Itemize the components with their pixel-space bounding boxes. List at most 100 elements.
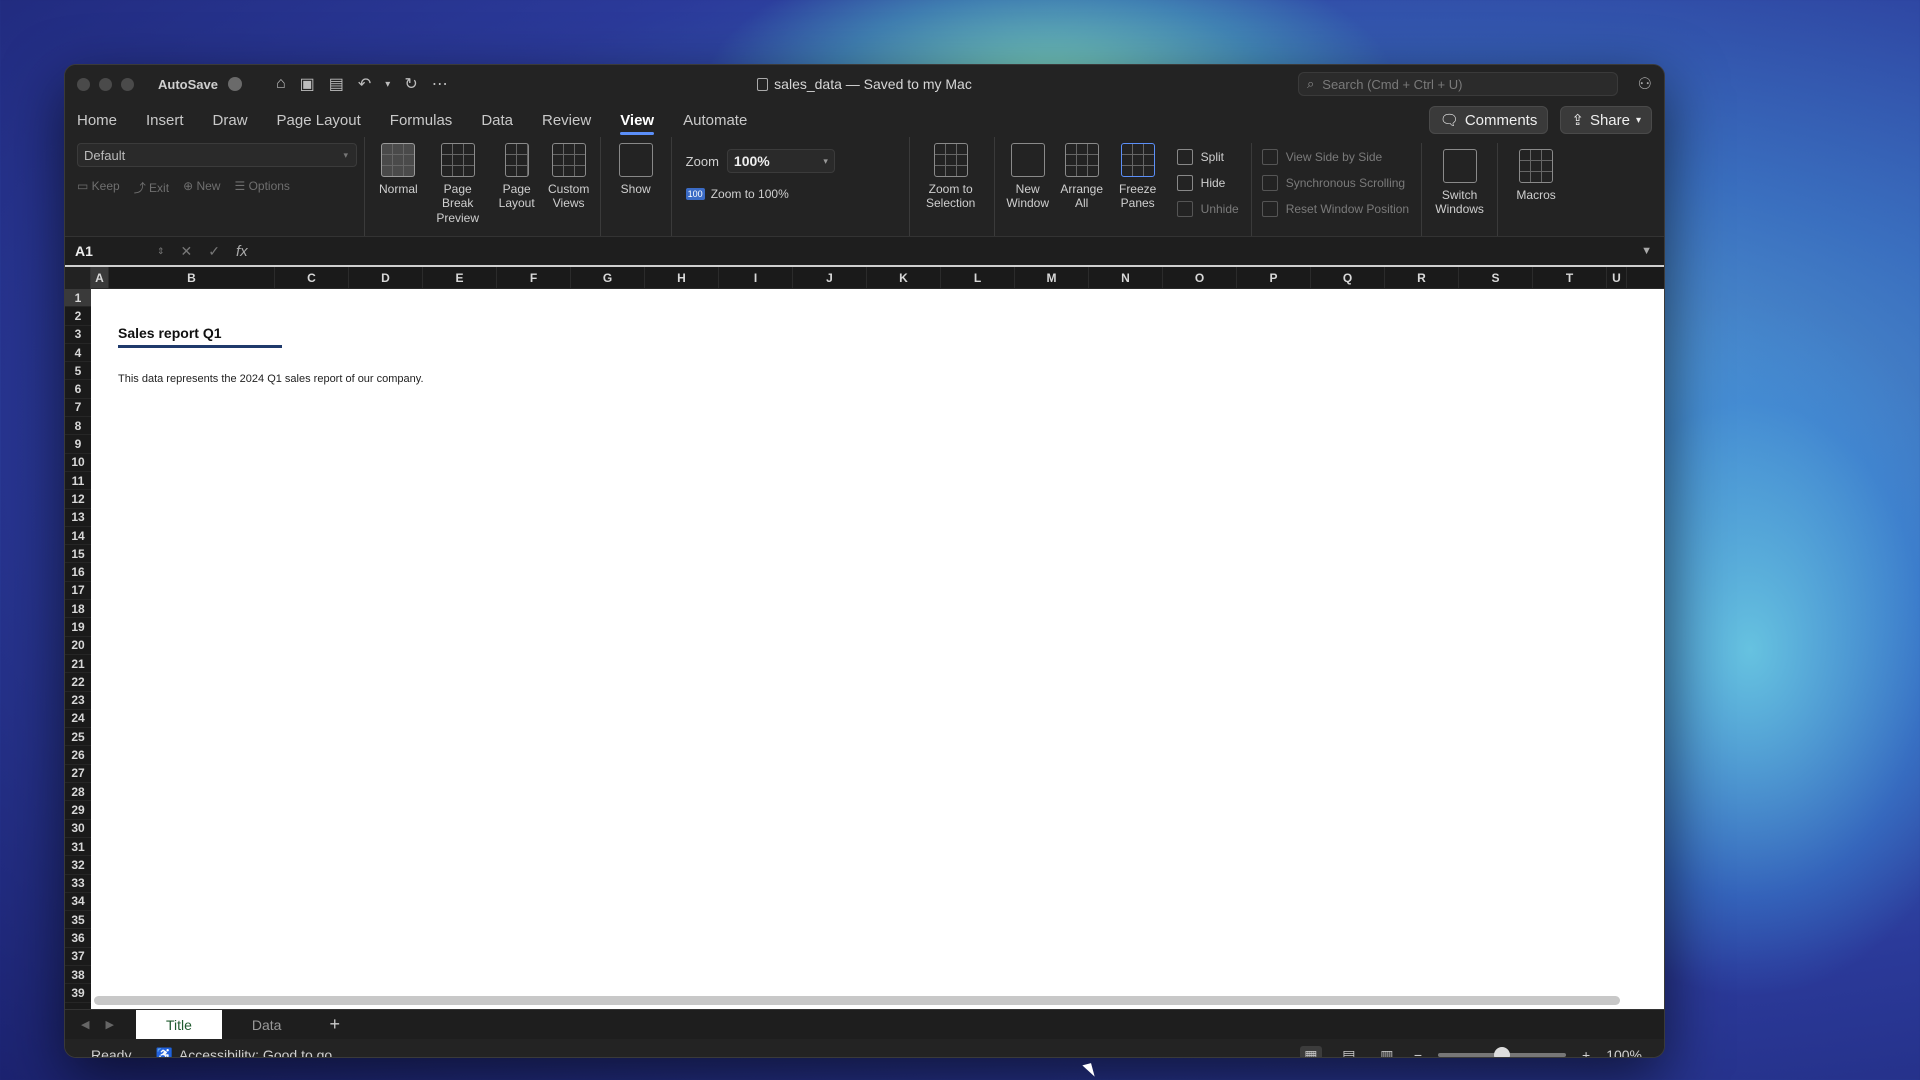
row-header-27[interactable]: 27: [65, 765, 91, 784]
normal-view-icon[interactable]: ▦: [1299, 1046, 1322, 1057]
reset-window-position-button[interactable]: Reset Window Position: [1261, 199, 1409, 219]
row-header-36[interactable]: 36: [65, 929, 91, 948]
exit-button[interactable]: ⤴ Exit: [134, 179, 169, 196]
options-button[interactable]: ☰ Options: [234, 179, 289, 196]
tab-page-layout[interactable]: Page Layout: [277, 106, 361, 135]
cell-b5-description[interactable]: This data represents the 2024 Q1 sales r…: [118, 373, 424, 385]
row-header-1[interactable]: 1: [65, 289, 91, 308]
page-layout-view-button[interactable]: Page Layout: [492, 143, 542, 211]
row-header-4[interactable]: 4: [65, 344, 91, 363]
new-window-button[interactable]: New Window: [1001, 143, 1055, 211]
column-header-d[interactable]: D: [349, 267, 423, 288]
expand-formula-bar-icon[interactable]: ▼: [1641, 245, 1652, 257]
row-header-10[interactable]: 10: [65, 454, 91, 472]
row-header-24[interactable]: 24: [65, 710, 91, 729]
tab-formulas[interactable]: Formulas: [390, 106, 453, 135]
column-header-g[interactable]: G: [571, 267, 645, 288]
save-as-icon[interactable]: ▤: [329, 74, 344, 94]
name-box-stepper-icon[interactable]: ⇕: [157, 246, 165, 257]
row-header-29[interactable]: 29: [65, 801, 91, 820]
row-header-3[interactable]: 3: [65, 326, 91, 344]
close-window-button[interactable]: [77, 77, 90, 91]
unhide-button[interactable]: Unhide: [1176, 199, 1239, 219]
row-header-39[interactable]: 39: [65, 984, 91, 1003]
zoom-to-100-button[interactable]: 100 Zoom to 100%: [685, 187, 789, 201]
row-header-31[interactable]: 31: [65, 838, 91, 857]
tab-data[interactable]: Data: [481, 106, 513, 135]
column-header-o[interactable]: O: [1163, 267, 1237, 288]
custom-views-button[interactable]: Custom Views: [542, 143, 596, 211]
column-header-i[interactable]: I: [719, 267, 793, 288]
row-header-21[interactable]: 21: [65, 655, 91, 674]
row-header-13[interactable]: 13: [65, 509, 91, 527]
zoom-in-icon[interactable]: +: [1582, 1047, 1590, 1057]
column-header-r[interactable]: R: [1385, 267, 1459, 288]
row-header-12[interactable]: 12: [65, 490, 91, 509]
row-header-9[interactable]: 9: [65, 435, 91, 454]
show-button[interactable]: Show: [613, 143, 659, 196]
row-header-17[interactable]: 17: [65, 582, 91, 601]
page-layout-view-icon[interactable]: ▤: [1338, 1046, 1360, 1058]
add-sheet-icon[interactable]: +: [329, 1014, 340, 1035]
row-header-6[interactable]: 6: [65, 380, 91, 399]
redo-icon[interactable]: ↻: [404, 74, 417, 94]
row-header-26[interactable]: 26: [65, 746, 91, 765]
minimize-window-button[interactable]: [99, 77, 112, 91]
column-header-p[interactable]: P: [1237, 267, 1311, 288]
row-header-5[interactable]: 5: [65, 362, 91, 381]
prev-sheet-icon[interactable]: ◀: [81, 1018, 89, 1031]
arrange-all-button[interactable]: Arrange All: [1055, 143, 1109, 211]
worksheet[interactable]: Sales report Q1 This data represents the…: [91, 289, 1664, 1009]
hide-button[interactable]: Hide: [1176, 173, 1225, 193]
row-header-7[interactable]: 7: [65, 399, 91, 418]
switch-windows-button[interactable]: Switch Windows: [1422, 143, 1499, 236]
macros-button[interactable]: Macros: [1498, 143, 1574, 202]
save-icon[interactable]: ▣: [300, 74, 315, 94]
row-header-22[interactable]: 22: [65, 673, 91, 692]
page-break-preview-button[interactable]: Page Break Preview: [424, 143, 492, 225]
sheet-tab-title[interactable]: Title: [135, 1009, 222, 1040]
tab-review[interactable]: Review: [542, 106, 591, 135]
column-header-b[interactable]: B: [109, 267, 275, 288]
column-header-h[interactable]: H: [645, 267, 719, 288]
sync-scrolling-button[interactable]: Synchronous Scrolling: [1261, 173, 1405, 193]
comments-button[interactable]: 🗨 Comments: [1428, 106, 1549, 134]
column-header-n[interactable]: N: [1089, 267, 1163, 288]
page-break-view-icon[interactable]: ▥: [1376, 1046, 1398, 1058]
row-header-37[interactable]: 37: [65, 948, 91, 966]
zoom-percent[interactable]: 100%: [1606, 1047, 1642, 1057]
row-header-25[interactable]: 25: [65, 728, 91, 747]
column-header-a[interactable]: A: [91, 267, 109, 288]
row-header-2[interactable]: 2: [65, 307, 91, 326]
row-header-28[interactable]: 28: [65, 783, 91, 802]
row-header-33[interactable]: 33: [65, 875, 91, 893]
sheet-view-select[interactable]: Default ▾: [77, 143, 357, 167]
row-header-35[interactable]: 35: [65, 911, 91, 930]
row-header-14[interactable]: 14: [65, 527, 91, 546]
undo-icon[interactable]: ↶: [358, 74, 371, 94]
cell-b3-title[interactable]: Sales report Q1: [118, 325, 282, 348]
zoom-window-button[interactable]: [121, 77, 134, 91]
column-header-c[interactable]: C: [275, 267, 349, 288]
tab-draw[interactable]: Draw: [213, 106, 248, 135]
more-icon[interactable]: ⋯: [432, 74, 448, 94]
new-sheet-view-button[interactable]: ⊕ New: [183, 179, 220, 196]
row-header-11[interactable]: 11: [65, 472, 91, 491]
row-header-19[interactable]: 19: [65, 618, 91, 637]
column-header-l[interactable]: L: [941, 267, 1015, 288]
freeze-panes-button[interactable]: Freeze Panes: [1109, 143, 1167, 211]
insert-function-icon[interactable]: fx: [236, 243, 248, 260]
cancel-icon[interactable]: ✕: [181, 243, 193, 260]
row-header-18[interactable]: 18: [65, 600, 91, 619]
tab-insert[interactable]: Insert: [146, 106, 184, 135]
column-header-u[interactable]: U: [1607, 267, 1627, 288]
row-header-20[interactable]: 20: [65, 637, 91, 655]
column-header-j[interactable]: J: [793, 267, 867, 288]
keep-button[interactable]: ▭ Keep: [77, 179, 120, 196]
view-side-by-side-button[interactable]: View Side by Side: [1261, 147, 1382, 167]
tab-view[interactable]: View: [620, 106, 654, 135]
undo-dropdown-icon[interactable]: ▾: [385, 79, 390, 90]
name-box[interactable]: A1: [65, 243, 157, 259]
row-header-15[interactable]: 15: [65, 545, 91, 564]
select-all-corner[interactable]: [65, 267, 91, 289]
